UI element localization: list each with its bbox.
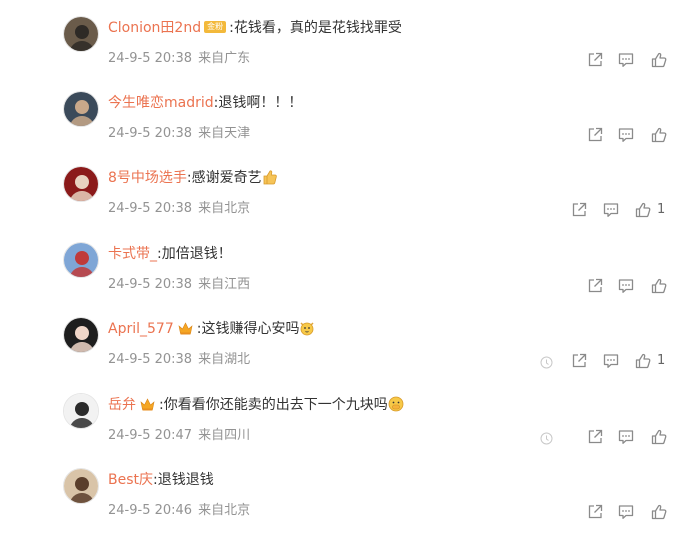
avatar[interactable] (63, 16, 99, 52)
comment-text: 花钱看，真的是花钱找罪受 (233, 20, 402, 36)
thumbs-up-icon[interactable] (634, 201, 652, 219)
comment-line: Best庆:退钱退钱 (108, 471, 214, 489)
comment-text: 加倍退钱！ (161, 246, 232, 262)
comment-line: April_577:这钱赚得心安吗 (108, 320, 315, 338)
comment-item: April_577:这钱赚得心安吗 24-9-5 20:38 来自湖北 1 (0, 314, 688, 390)
comment-text: 退钱退钱 (157, 472, 214, 488)
crown-icon (140, 397, 155, 411)
username-link[interactable]: 卡式带_ (108, 246, 157, 262)
share-icon[interactable] (586, 277, 604, 295)
comment-line: 今生唯恋madrid:退钱啊！！！ (108, 94, 302, 112)
thumbs-up-icon[interactable] (650, 126, 668, 144)
comment-actions: 1 (0, 352, 688, 370)
username-link[interactable]: Clonion田2nd (108, 20, 201, 36)
share-icon[interactable] (586, 51, 604, 69)
comment-item: 岳弁:你看看你还能卖的出去下一个九块吗 24-9-5 20:47 来自四川 (0, 390, 688, 466)
thumbs-up-icon[interactable] (650, 51, 668, 69)
comment-actions (0, 503, 688, 521)
comment-icon[interactable] (617, 126, 635, 144)
cat-face-icon (299, 320, 315, 336)
share-icon[interactable] (570, 201, 588, 219)
thumbs-up-icon[interactable] (650, 503, 668, 521)
avatar[interactable] (63, 317, 99, 353)
comment-text: 这钱赚得心安吗 (201, 321, 300, 337)
share-icon[interactable] (586, 428, 604, 446)
circle-icon (540, 354, 553, 369)
comment-text: 退钱啊！！！ (218, 95, 303, 111)
comment-item: 8号中场选手:感谢爱奇艺 24-9-5 20:38 来自北京 1 (0, 163, 688, 239)
username-link[interactable]: Best庆 (108, 472, 153, 488)
comment-line: 岳弁:你看看你还能卖的出去下一个九块吗 (108, 396, 404, 414)
comment-actions (0, 428, 688, 446)
comment-item: Clonion田2nd 金粉:花钱看，真的是花钱找罪受 24-9-5 20:38 来自… (0, 13, 688, 89)
comment-actions: 1 (0, 201, 688, 219)
comment-icon[interactable] (602, 352, 620, 370)
comment-line: 卡式带_:加倍退钱！ (108, 245, 232, 263)
avatar[interactable] (63, 468, 99, 504)
username-link[interactable]: 8号中场选手 (108, 170, 187, 186)
share-icon[interactable] (586, 126, 604, 144)
username-link[interactable]: April_577 (108, 321, 174, 337)
comment-item: 今生唯恋madrid:退钱啊！！！ 24-9-5 20:38 来自天津 (0, 88, 688, 164)
comment-actions (0, 277, 688, 295)
comment-icon[interactable] (602, 201, 620, 219)
comment-icon[interactable] (617, 428, 635, 446)
username-link[interactable]: 今生唯恋madrid (108, 95, 214, 111)
comment-actions (0, 126, 688, 144)
comment-text: 感谢爱奇艺 (191, 170, 262, 186)
comment-item: 卡式带_:加倍退钱！ 24-9-5 20:38 来自江西 (0, 239, 688, 315)
comment-icon[interactable] (617, 277, 635, 295)
share-icon[interactable] (570, 352, 588, 370)
share-icon[interactable] (586, 503, 604, 521)
comment-line: Clonion田2nd 金粉:花钱看，真的是花钱找罪受 (108, 19, 402, 37)
comment-icon[interactable] (617, 503, 635, 521)
like-count: 1 (657, 202, 666, 217)
comment-text: 你看看你还能卖的出去下一个九块吗 (163, 397, 388, 413)
comment-actions (0, 51, 688, 69)
avatar[interactable] (63, 242, 99, 278)
avatar[interactable] (63, 166, 99, 202)
comment-item: Best庆:退钱退钱 24-9-5 20:46 来自北京 (0, 465, 688, 541)
avatar[interactable] (63, 91, 99, 127)
comment-icon[interactable] (617, 51, 635, 69)
comment-line: 8号中场选手:感谢爱奇艺 (108, 169, 278, 187)
hand-over-mouth-icon (388, 396, 404, 412)
thumbs-up-icon (262, 169, 278, 185)
thumbs-up-icon[interactable] (634, 352, 652, 370)
thumbs-up-icon[interactable] (650, 428, 668, 446)
avatar[interactable] (63, 393, 99, 429)
like-count: 1 (657, 353, 666, 368)
crown-icon (178, 321, 193, 335)
circle-icon (540, 430, 553, 445)
username-link[interactable]: 岳弁 (108, 397, 136, 413)
thumbs-up-icon[interactable] (650, 277, 668, 295)
fan-badge: 金粉 (204, 21, 227, 33)
